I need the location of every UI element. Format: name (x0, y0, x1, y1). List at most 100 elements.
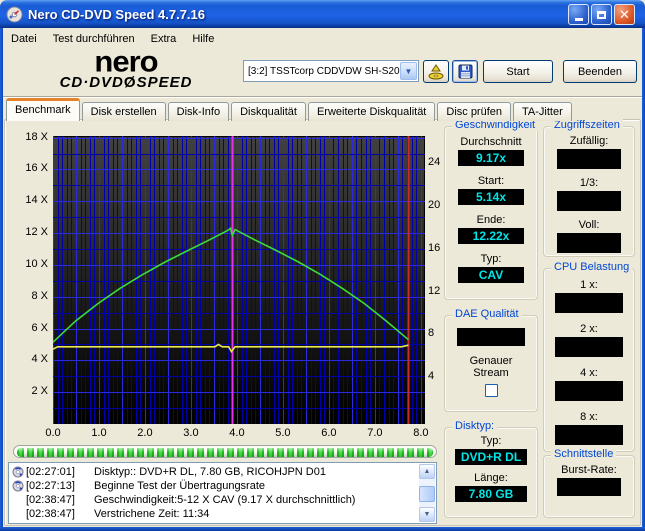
tab-disk-info[interactable]: Disk-Info (167, 102, 230, 121)
log-timestamp: [02:38:47] (26, 494, 75, 506)
minimize-button[interactable] (568, 4, 589, 25)
speed-field-label: Start: (477, 175, 505, 187)
panel-dae-qualitaet: DAE Qualität Genauer Stream (444, 308, 538, 412)
x-axis-label: 6.0 (321, 427, 337, 439)
save-button[interactable] (452, 60, 478, 83)
y-axis-label: 2 X (31, 385, 48, 398)
tab-ta-jitter[interactable]: TA-Jitter (513, 102, 572, 121)
speed-field-value: 12.22x (458, 228, 524, 244)
y-axis-label: 4 X (31, 353, 48, 366)
log-entry[interactable]: [02:27:01] Disktyp:: DVD+R DL, 7.80 GB, R… (10, 465, 418, 479)
panel-schnittstelle: Schnittstelle Burst-Rate: (543, 448, 635, 518)
menu-item-hilfe[interactable]: Hilfe (184, 31, 222, 47)
disc-info-icon (12, 466, 25, 478)
test-progress-bar (13, 445, 437, 458)
app-window: Nero CD-DVD Speed 4.7.7.16 ✕ Datei Test d… (0, 0, 645, 531)
tab-disc-pr-fen[interactable]: Disc prüfen (437, 102, 512, 121)
x-axis-label: 2.0 (137, 427, 153, 439)
cpu-field-label: 1 x: (580, 279, 598, 291)
x-axis-label: 4.0 (229, 427, 245, 439)
menu-item-datei[interactable]: Datei (3, 31, 45, 47)
right-axis-label: 16 (428, 241, 441, 254)
x-axis-label: 7.0 (367, 427, 383, 439)
start-button[interactable]: Start (483, 60, 553, 83)
progress-fill (17, 448, 433, 457)
x-axis-label: 8.0 (413, 427, 429, 439)
cpu-field-value (555, 337, 623, 357)
y-axis-label: 6 X (31, 321, 48, 334)
disk-field-label: Länge: (474, 472, 508, 484)
speed-field-value: CAV (458, 267, 524, 283)
x-axis-label: 1.0 (91, 427, 107, 439)
quit-button[interactable]: Beenden (563, 60, 637, 83)
drive-select-value: [3:2] TSSTcorp CDDVDW SH-S203B SB04 (248, 65, 400, 77)
y-axis-label: 16 X (25, 162, 48, 175)
log-entry[interactable]: [02:38:47] Geschwindigkeit:5-12 X CAV (9.… (10, 493, 418, 507)
log-timestamp: [02:27:13] (26, 480, 75, 492)
scroll-up-button[interactable]: ▲ (419, 464, 435, 479)
x-axis-label: 3.0 (183, 427, 199, 439)
tab-erweiterte-diskqualit-t[interactable]: Erweiterte Diskqualität (307, 102, 436, 121)
log-text: Geschwindigkeit:5-12 X CAV (9.17 X durch… (94, 494, 356, 506)
y-axis-label: 14 X (25, 194, 48, 207)
cpu-field-label: 2 x: (580, 323, 598, 335)
log-listbox[interactable]: [02:27:01] Disktyp:: DVD+R DL, 7.80 GB, R… (8, 462, 437, 524)
y-axis-label: 18 X (25, 130, 48, 143)
cpu-field-value (555, 381, 623, 401)
app-icon (6, 6, 23, 23)
eject-button[interactable] (423, 60, 449, 83)
log-text: Disktyp:: DVD+R DL, 7.80 GB, RICOHJPN D0… (94, 466, 326, 478)
log-timestamp: [02:27:01] (26, 466, 75, 478)
tab-diskqualit-t[interactable]: Diskqualität (231, 102, 306, 121)
log-entry[interactable]: [02:27:13] Beginne Test der Übertragungsr… (10, 479, 418, 493)
panel-geschwindigkeit: Geschwindigkeit Durchschnitt 9.17x Start: 5… (444, 119, 539, 300)
minimize-icon (574, 17, 583, 21)
dae-quality-value (457, 328, 525, 346)
cpu-field-label: 4 x: (580, 367, 598, 379)
log-text: Beginne Test der Übertragungsrate (94, 480, 266, 492)
access-field-value (557, 191, 621, 211)
cpu-field-value (555, 425, 623, 445)
cpu-field-value (555, 293, 623, 313)
y-axis-label: 8 X (31, 289, 48, 302)
access-field-value (557, 149, 621, 169)
right-axis-label: 4 (428, 370, 435, 383)
scroll-down-button[interactable]: ▼ (419, 507, 435, 522)
arrow-up-icon: ▲ (423, 468, 431, 475)
speed-field-value: 5.14x (458, 189, 524, 205)
speed-field-label: Ende: (476, 214, 506, 226)
disk-field-value: 7.80 GB (455, 486, 527, 502)
tab-strip: Benchmark Disk erstellen Disk-Info Diskqual… (6, 98, 572, 121)
right-axis-label: 20 (428, 199, 441, 211)
close-button[interactable]: ✕ (614, 4, 635, 25)
scroll-thumb[interactable] (419, 486, 435, 502)
panel-disktyp: Disktyp: Typ: DVD+R DL Länge: 7.80 GB (444, 420, 538, 518)
tab-disk-erstellen[interactable]: Disk erstellen (81, 102, 166, 121)
log-entry[interactable]: [02:38:47] Verstrichene Zeit: 11:34 (10, 507, 418, 521)
access-field-label: Zufällig: (569, 135, 609, 147)
log-scrollbar[interactable]: ▲ ▼ (419, 464, 435, 522)
chevron-down-icon[interactable]: ▼ (400, 62, 417, 80)
right-axis-label: 8 (428, 327, 435, 340)
window-title: Nero CD-DVD Speed 4.7.7.16 (28, 6, 206, 22)
x-axis-label: 0.0 (45, 427, 61, 439)
header-divider (3, 96, 642, 98)
title-bar[interactable]: Nero CD-DVD Speed 4.7.7.16 ✕ (0, 0, 645, 28)
right-axis-label: 12 (428, 284, 441, 297)
access-field-value (557, 233, 621, 253)
panel-title: DAE Qualität (452, 308, 522, 320)
benchmark-chart (52, 135, 426, 425)
tab-benchmark[interactable]: Benchmark (6, 98, 80, 121)
drive-select[interactable]: [3:2] TSSTcorp CDDVDW SH-S203B SB04 ▼ (243, 60, 419, 82)
arrow-down-icon: ▼ (423, 511, 431, 518)
maximize-button[interactable] (591, 4, 612, 25)
chart-svg (52, 135, 426, 425)
window-border-bottom (0, 527, 645, 531)
save-icon (458, 64, 472, 79)
right-axis-label: 24 (428, 156, 441, 169)
accurate-stream-checkbox[interactable] (484, 384, 498, 397)
panel-title: CPU Belastung (551, 261, 633, 273)
close-icon: ✕ (619, 6, 630, 22)
disk-field-value: DVD+R DL (455, 449, 527, 465)
disk-field-label: Typ: (480, 435, 502, 447)
